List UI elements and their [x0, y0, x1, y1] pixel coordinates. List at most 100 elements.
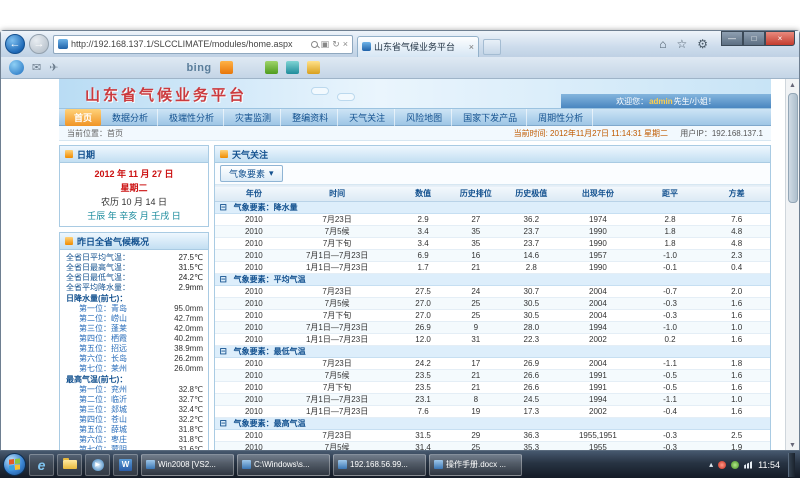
settings-gear-icon[interactable]: ⚙	[694, 37, 711, 51]
taskbar-window-button[interactable]: 操作手册.docx ...	[429, 454, 522, 476]
nav-item-5[interactable]: 整编资料	[283, 109, 338, 126]
minimize-button[interactable]: —	[721, 31, 743, 46]
main-panel-header: 天气关注	[215, 146, 770, 163]
group-header-row[interactable]: ⊟气象要素：降水量	[215, 202, 770, 214]
scrollbar[interactable]: ▲ ▼	[785, 79, 799, 451]
table-cell: 3.4	[398, 238, 448, 250]
table-row[interactable]: 20107月下旬3.43523.719901.84.8	[215, 238, 770, 250]
tray-shield-icon[interactable]	[731, 461, 739, 469]
window-title: 192.168.56.99...	[350, 460, 408, 469]
table-row[interactable]: 20101月1日—7月23日1.7212.81990-0.10.4	[215, 262, 770, 274]
table-row[interactable]: 20107月23日24.21726.92004-1.11.8	[215, 358, 770, 370]
column-header: 出现年份	[559, 186, 637, 202]
table-cell: 2010	[232, 286, 276, 298]
nav-item-8[interactable]: 国家下发产品	[454, 109, 527, 126]
table-cell: 2.9	[398, 214, 448, 226]
table-row[interactable]: 20107月5候27.02530.52004-0.31.6	[215, 298, 770, 310]
collapse-icon[interactable]: ⊟	[215, 346, 232, 358]
table-cell: 7月1日—7月23日	[276, 394, 398, 406]
table-cell: -1.0	[637, 322, 704, 334]
orange-tile-icon[interactable]	[220, 61, 233, 74]
tab-close-icon[interactable]: ×	[469, 42, 474, 52]
window-icon	[146, 460, 155, 469]
table-row[interactable]: 20107月5候3.43523.719901.84.8	[215, 226, 770, 238]
group-header-row[interactable]: ⊟气象要素：平均气温	[215, 274, 770, 286]
table-corner	[215, 186, 232, 202]
table-row[interactable]: 20107月1日—7月23日23.1824.51994-1.11.0	[215, 394, 770, 406]
search-icon[interactable]	[311, 41, 318, 48]
rank-section-title: 日降水量(前七)：	[66, 294, 203, 304]
tray-expand-icon[interactable]: ▴	[709, 460, 713, 469]
nav-item-7[interactable]: 风险地图	[397, 109, 452, 126]
table-row[interactable]: 20107月下旬23.52126.61991-0.51.6	[215, 382, 770, 394]
nav-item-6[interactable]: 天气关注	[340, 109, 395, 126]
table-row[interactable]: 20107月23日2.92736.219742.87.6	[215, 214, 770, 226]
maximize-button[interactable]: □	[743, 31, 765, 46]
refresh-icon[interactable]: ↻	[332, 39, 340, 50]
green-tile-icon[interactable]	[265, 61, 278, 74]
table-cell: 30.5	[504, 298, 560, 310]
taskbar-window-button[interactable]: 192.168.56.99...	[333, 454, 426, 476]
table-cell: 2010	[232, 394, 276, 406]
group-header-row[interactable]: ⊟气象要素：最低气温	[215, 346, 770, 358]
table-cell: 2010	[232, 214, 276, 226]
table-row[interactable]: 20101月1日—7月23日12.03122.320020.21.6	[215, 334, 770, 346]
favorites-star-icon[interactable]: ☆	[673, 37, 690, 51]
table-row[interactable]: 20107月1日—7月23日26.9928.01994-1.01.0	[215, 322, 770, 334]
stat-row: 全省平均降水量：2.9mm	[66, 283, 203, 293]
table-cell: -0.3	[637, 298, 704, 310]
collapse-icon[interactable]: ⊟	[215, 418, 232, 430]
tray-alert-icon[interactable]	[718, 461, 726, 469]
compat-view-icon[interactable]: ▣	[321, 39, 330, 50]
browser-forward-button[interactable]: →	[29, 34, 49, 54]
home-icon[interactable]: ⌂	[656, 37, 669, 51]
table-row[interactable]: 20107月23日27.52430.72004-0.72.0	[215, 286, 770, 298]
send-plane-icon[interactable]: ✈	[49, 61, 58, 74]
sidebar: 日期 2012 年 11 月 27 日星期二农历 10 月 14 日壬辰 年 辛…	[59, 145, 209, 451]
nav-item-1[interactable]: 首页	[65, 109, 101, 126]
scroll-thumb[interactable]	[788, 93, 798, 203]
table-row[interactable]: 20107月1日—7月23日6.91614.61957-1.02.3	[215, 250, 770, 262]
messenger-icon[interactable]	[9, 60, 24, 75]
tray-clock[interactable]: 11:54	[758, 460, 780, 470]
collapse-icon[interactable]: ⊟	[215, 202, 232, 214]
table-cell: 35	[448, 226, 504, 238]
browser-tab[interactable]: 山东省气候业务平台 ×	[357, 36, 479, 57]
close-button[interactable]: ×	[765, 31, 795, 46]
taskbar-ie-icon[interactable]: e	[29, 454, 54, 476]
start-button[interactable]	[3, 453, 26, 476]
browser-back-button[interactable]: ←	[5, 34, 25, 54]
scroll-up-icon[interactable]: ▲	[789, 79, 796, 91]
mail-envelope-icon[interactable]: ✉	[32, 61, 41, 74]
stop-icon[interactable]: ×	[343, 39, 348, 49]
taskbar-window-button[interactable]: C:\Windows\s...	[237, 454, 330, 476]
taskbar-word-icon[interactable]: W	[113, 454, 138, 476]
taskbar-window-button[interactable]: Win2008 [VS2...	[141, 454, 234, 476]
table-row[interactable]: 20101月1日—7月23日7.61917.32002-0.41.6	[215, 406, 770, 418]
address-bar[interactable]: http://192.168.137.1/SLCCLIMATE/modules/…	[53, 35, 353, 54]
show-desktop-button[interactable]	[788, 453, 795, 477]
date-panel-body: 2012 年 11 月 27 日星期二农历 10 月 14 日壬辰 年 辛亥 月…	[60, 163, 208, 226]
new-tab-button[interactable]	[483, 39, 501, 55]
table-cell: 2010	[232, 370, 276, 382]
yellow-tile-icon[interactable]	[307, 61, 320, 74]
bing-logo[interactable]: bing	[186, 62, 211, 74]
taskbar-folder-icon[interactable]	[57, 454, 82, 476]
network-icon[interactable]	[744, 461, 753, 469]
panel-bullet-icon	[220, 150, 228, 158]
nav-item-3[interactable]: 极端性分析	[160, 109, 224, 126]
collapse-icon[interactable]: ⊟	[215, 274, 232, 286]
table-row[interactable]: 20107月5候23.52126.61991-0.51.6	[215, 370, 770, 382]
nav-item-2[interactable]: 数据分析	[103, 109, 158, 126]
nav-item-9[interactable]: 周期性分析	[529, 109, 593, 126]
group-header-row[interactable]: ⊟气象要素：最高气温	[215, 418, 770, 430]
nav-item-4[interactable]: 灾害监测	[226, 109, 281, 126]
table-cell: 2010	[232, 382, 276, 394]
teal-tile-icon[interactable]	[286, 61, 299, 74]
taskbar-media-icon[interactable]: ▶	[85, 454, 110, 476]
rank-value: 32.7℃	[178, 395, 203, 405]
table-row[interactable]: 20107月23日31.52936.31955,1951-0.32.5	[215, 430, 770, 442]
table-row[interactable]: 20107月下旬27.02530.52004-0.31.6	[215, 310, 770, 322]
element-selector-button[interactable]: 气象要素 ▾	[220, 165, 283, 182]
table-cell: 21	[448, 370, 504, 382]
